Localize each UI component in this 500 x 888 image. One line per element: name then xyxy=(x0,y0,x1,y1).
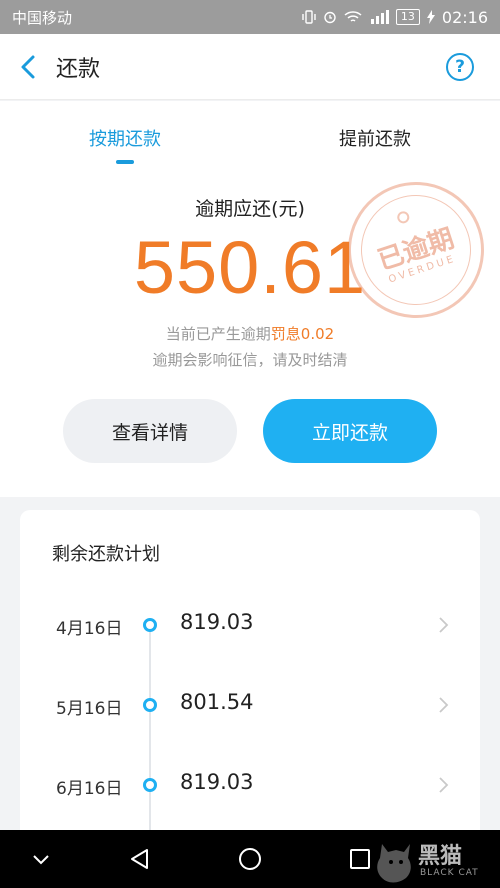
nav-home-icon xyxy=(239,848,261,870)
plan-date: 5月16日 xyxy=(56,699,123,719)
nav-down-button[interactable] xyxy=(27,845,55,873)
nav-home-button[interactable] xyxy=(236,845,264,873)
timeline-dot xyxy=(143,698,157,712)
nav-back-button[interactable] xyxy=(125,845,153,873)
back-chevron-icon xyxy=(21,55,35,78)
watermark: 黑猫 BLACK CAT xyxy=(372,832,500,888)
status-icons: 13 02:16 xyxy=(302,8,488,27)
tab-early-repayment[interactable]: 提前还款 xyxy=(250,101,500,167)
plan-row[interactable]: 5月16日 801.54 xyxy=(20,686,480,726)
nav-down-icon xyxy=(33,855,49,865)
vibrate-icon xyxy=(302,10,316,24)
page-title: 还款 xyxy=(56,56,101,82)
nav-recents-icon xyxy=(350,849,370,869)
penalty-note-prefix: 当前已产生逾期 xyxy=(165,325,271,343)
nav-back-icon xyxy=(131,849,148,869)
cat-logo-icon xyxy=(377,844,411,883)
status-bar: 中国移动 13 02:16 xyxy=(0,0,500,34)
clock: 02:16 xyxy=(441,7,488,27)
repay-now-button[interactable]: 立即还款 xyxy=(263,399,437,463)
plan-date: 4月16日 xyxy=(56,619,123,639)
overdue-amount: 550.61 xyxy=(133,226,367,309)
view-details-button[interactable]: 查看详情 xyxy=(63,399,237,463)
timeline-dot xyxy=(143,618,157,632)
battery-level: 13 xyxy=(395,9,420,25)
tab-label: 按期还款 xyxy=(89,129,161,150)
timeline-dot xyxy=(143,778,157,792)
active-tab-indicator xyxy=(116,160,134,164)
repayment-plan-card: 剩余还款计划 4月16日 819.03 5月16日 801.54 6月16日 8… xyxy=(20,510,480,840)
plan-title: 剩余还款计划 xyxy=(52,544,160,565)
repay-tabs: 按期还款 提前还款 xyxy=(0,101,500,167)
timeline-line xyxy=(149,624,151,840)
wifi-icon xyxy=(344,11,362,22)
back-button[interactable] xyxy=(0,34,56,100)
chevron-right-icon xyxy=(439,777,449,793)
top-navbar: 还款 ? xyxy=(0,34,500,100)
overdue-amount-label: 逾期应还(元) xyxy=(195,198,305,220)
credit-warning: 逾期会影响征信，请及时结清 xyxy=(152,351,348,369)
plan-amount: 819.03 xyxy=(180,770,254,794)
plan-amount: 801.54 xyxy=(180,690,254,714)
tab-scheduled-repayment[interactable]: 按期还款 xyxy=(0,101,250,167)
charging-icon xyxy=(426,10,435,24)
alarm-icon xyxy=(324,11,336,24)
carrier-name: 中国移动 xyxy=(12,8,73,27)
penalty-amount: 罚息0.02 xyxy=(270,325,335,343)
plan-amount: 819.03 xyxy=(180,610,254,634)
signal-icon xyxy=(370,10,389,24)
help-icon[interactable]: ? xyxy=(446,52,474,81)
plan-row[interactable]: 4月16日 819.03 xyxy=(20,606,480,646)
penalty-note: 当前已产生逾期罚息0.02 xyxy=(0,323,500,344)
chevron-right-icon xyxy=(439,617,449,633)
tab-label: 提前还款 xyxy=(339,129,411,150)
watermark-subtitle: BLACK CAT xyxy=(420,868,479,878)
chevron-right-icon xyxy=(439,697,449,713)
overdue-summary: 已逾期 OVERDUE 逾期应还(元) 550.61 当前已产生逾期罚息0.02… xyxy=(0,164,500,497)
nav-recents-button[interactable] xyxy=(346,845,374,873)
watermark-title: 黑猫 xyxy=(418,844,463,869)
plan-row[interactable]: 6月16日 819.03 xyxy=(20,766,480,806)
plan-date: 6月16日 xyxy=(56,779,123,799)
